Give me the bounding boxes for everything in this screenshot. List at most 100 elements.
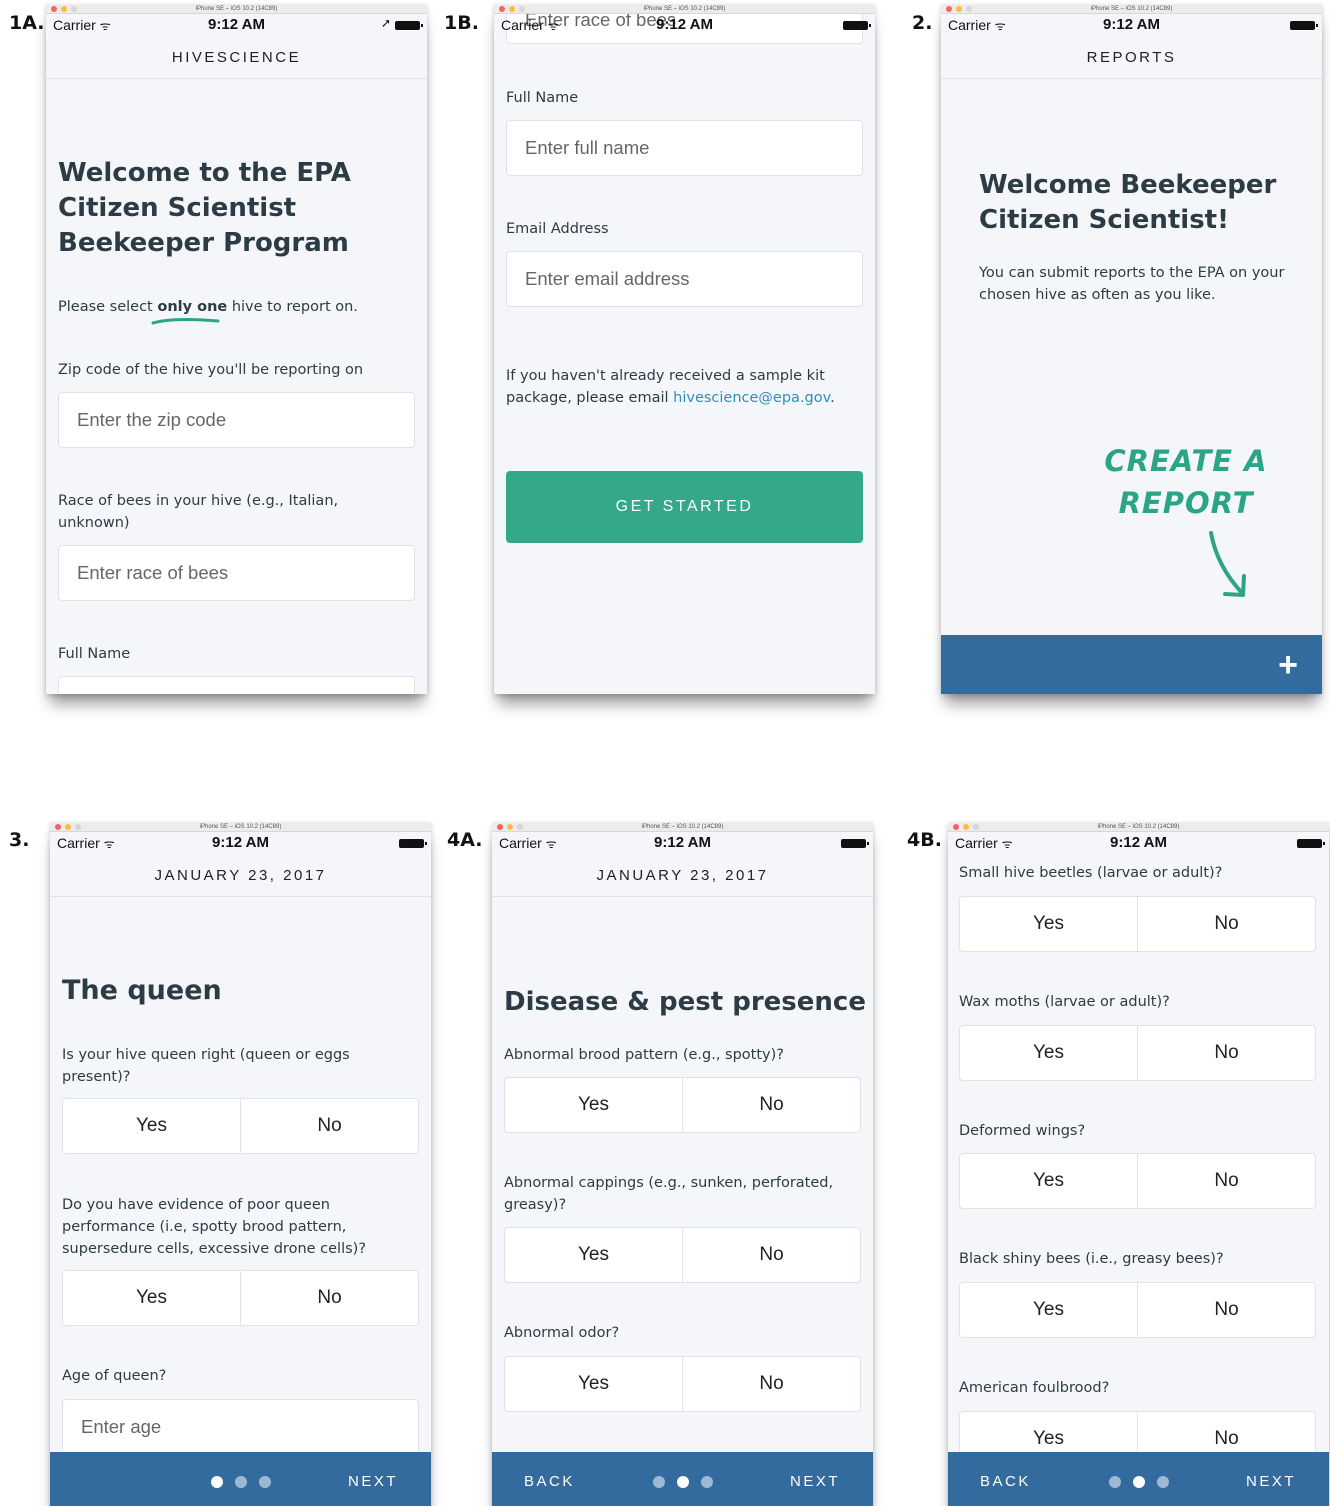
status-time: 9:12 AM xyxy=(1103,16,1160,33)
next-button[interactable]: NEXT xyxy=(348,1452,398,1506)
yes-no-toggle: Yes No xyxy=(959,1153,1316,1209)
status-time: 9:12 AM xyxy=(656,16,713,33)
panel-label-1a: 1A. xyxy=(9,12,45,34)
page-dot xyxy=(1156,1476,1169,1488)
page-dot xyxy=(700,1476,713,1488)
panel-label-1b: 1B. xyxy=(444,12,479,34)
email-link[interactable]: hivescience@epa.gov xyxy=(673,390,830,406)
welcome-heading: Welcome to the EPA Citizen Scientist Bee… xyxy=(58,158,351,258)
no-button[interactable]: No xyxy=(682,1357,860,1411)
wizard-footer: NEXT xyxy=(50,1452,431,1506)
simulator-titlebar: iPhone SE – iOS 10.2 (14C89) xyxy=(948,822,1329,832)
no-button[interactable]: No xyxy=(1137,1026,1315,1080)
phone-screen-4a: iPhone SE – iOS 10.2 (14C89) Carrier ᯤ 9:… xyxy=(492,822,873,1506)
instruction-emphasis: only one xyxy=(157,299,228,315)
simulator-titlebar: iPhone SE – iOS 10.2 (14C89) xyxy=(492,822,873,832)
status-time: 9:12 AM xyxy=(212,834,269,851)
zip-code-input[interactable]: Enter the zip code xyxy=(58,392,415,448)
simulator-title: iPhone SE – iOS 10.2 (14C89) xyxy=(199,824,282,830)
nav-title: REPORTS xyxy=(941,36,1322,79)
race-of-bees-input[interactable]: Enter race of bees xyxy=(58,545,415,601)
status-bar: Carrier ᯤ 9:12 AM xyxy=(941,14,1322,36)
phone-screen-2: iPhone SE – iOS 10.2 (14C89) Carrier ᯤ 9:… xyxy=(941,4,1322,694)
simulator-titlebar: iPhone SE – iOS 10.2 (14C89) xyxy=(50,822,431,832)
question-poor-performance: Do you have evidence of poor queen perfo… xyxy=(62,1197,367,1257)
question-foulbrood: American foulbrood? xyxy=(959,1380,1110,1396)
wizard-footer: BACK NEXT xyxy=(948,1452,1329,1506)
simulator-title: iPhone SE – iOS 10.2 (14C89) xyxy=(641,824,724,830)
no-button[interactable]: No xyxy=(682,1228,860,1282)
full-name-input-partial[interactable] xyxy=(58,676,415,694)
battery-icon xyxy=(395,21,423,30)
simulator-titlebar: iPhone SE – iOS 10.2 (14C89) xyxy=(46,4,427,14)
panel-label-3: 3. xyxy=(9,829,30,851)
full-name-label: Full Name xyxy=(58,646,131,662)
zip-label: Zip code of the hive you'll be reporting… xyxy=(58,362,364,378)
yes-button[interactable]: Yes xyxy=(960,897,1137,951)
status-bar: Carrier ᯤ 9:12 AM xyxy=(50,832,431,854)
add-report-button[interactable]: + xyxy=(1278,645,1298,685)
battery-icon xyxy=(843,21,871,30)
question-wax-moths: Wax moths (larvae or adult)? xyxy=(959,994,1170,1010)
panel-label-2: 2. xyxy=(912,12,933,34)
status-time: 9:12 AM xyxy=(208,16,265,33)
simulator-title: iPhone SE – iOS 10.2 (14C89) xyxy=(643,6,726,12)
status-time: 9:12 AM xyxy=(1110,834,1167,851)
email-label: Email Address xyxy=(506,221,609,237)
page-dot xyxy=(652,1476,665,1488)
question-queen-right: Is your hive queen right (queen or eggs … xyxy=(62,1047,350,1085)
sample-kit-note: If you haven't already received a sample… xyxy=(506,368,835,406)
status-bar: Carrier ᯤ 9:12 AM xyxy=(492,832,873,854)
yes-no-toggle: Yes No xyxy=(504,1227,861,1283)
no-button[interactable]: No xyxy=(240,1271,418,1325)
status-bar: Carrier ᯤ 9:12 AM xyxy=(948,832,1329,854)
no-button[interactable]: No xyxy=(240,1099,418,1153)
full-name-input[interactable]: Enter full name xyxy=(506,120,863,176)
battery-icon xyxy=(1297,839,1325,848)
next-button[interactable]: NEXT xyxy=(1246,1452,1296,1506)
yes-button[interactable]: Yes xyxy=(63,1271,240,1325)
yes-no-toggle: Yes No xyxy=(62,1270,419,1326)
email-input[interactable]: Enter email address xyxy=(506,251,863,307)
yes-button[interactable]: Yes xyxy=(505,1357,682,1411)
yes-button[interactable]: Yes xyxy=(960,1283,1137,1337)
yes-button[interactable]: Yes xyxy=(505,1078,682,1132)
section-heading: Disease & pest presence xyxy=(504,987,866,1017)
yes-no-toggle: Yes No xyxy=(504,1356,861,1412)
yes-button[interactable]: Yes xyxy=(960,1154,1137,1208)
phone-screen-4b: iPhone SE – iOS 10.2 (14C89) Carrier ᯤ 9:… xyxy=(948,822,1329,1506)
status-bar: Carrier ᯤ 9:12 AM ➚ xyxy=(46,14,427,36)
battery-icon xyxy=(1290,21,1318,30)
page-dot xyxy=(234,1476,247,1488)
yes-button[interactable]: Yes xyxy=(63,1099,240,1153)
full-name-label: Full Name xyxy=(506,90,579,106)
queen-age-input[interactable]: Enter age xyxy=(62,1399,419,1455)
reports-intro-text: You can submit reports to the EPA on you… xyxy=(979,265,1285,303)
no-button[interactable]: No xyxy=(1137,1283,1315,1337)
no-button[interactable]: No xyxy=(1137,1154,1315,1208)
phone-screen-1b: iPhone SE – iOS 10.2 (14C89) Enter race … xyxy=(494,4,875,694)
page-dot xyxy=(1132,1476,1145,1488)
question-deformed-wings: Deformed wings? xyxy=(959,1123,1086,1139)
battery-icon xyxy=(841,839,869,848)
get-started-button[interactable]: GET STARTED xyxy=(506,471,863,543)
no-button[interactable]: No xyxy=(1137,897,1315,951)
battery-icon xyxy=(399,839,427,848)
location-arrow-icon: ➚ xyxy=(380,16,391,30)
yes-no-toggle: Yes No xyxy=(62,1098,419,1154)
simulator-titlebar: iPhone SE – iOS 10.2 (14C89) xyxy=(494,4,875,14)
panel-label-4a: 4A. xyxy=(447,829,483,851)
panel-label-4b: 4B. xyxy=(907,829,942,851)
curved-arrow-icon xyxy=(1209,531,1246,597)
next-button[interactable]: NEXT xyxy=(790,1452,840,1506)
nav-date-title: JANUARY 23, 2017 xyxy=(50,854,431,897)
yes-button[interactable]: Yes xyxy=(960,1026,1137,1080)
hive-instruction: Please select only one hive to report on… xyxy=(58,299,358,315)
no-button[interactable]: No xyxy=(682,1078,860,1132)
hand-drawn-underline-icon xyxy=(151,317,220,325)
create-report-callout: CREATE A REPORT xyxy=(1104,444,1268,520)
question-cappings: Abnormal cappings (e.g., sunken, perfora… xyxy=(504,1175,834,1213)
status-bar: Carrier ᯤ 9:12 AM xyxy=(494,14,875,36)
yes-button[interactable]: Yes xyxy=(505,1228,682,1282)
question-greasy-bees: Black shiny bees (i.e., greasy bees)? xyxy=(959,1251,1224,1267)
